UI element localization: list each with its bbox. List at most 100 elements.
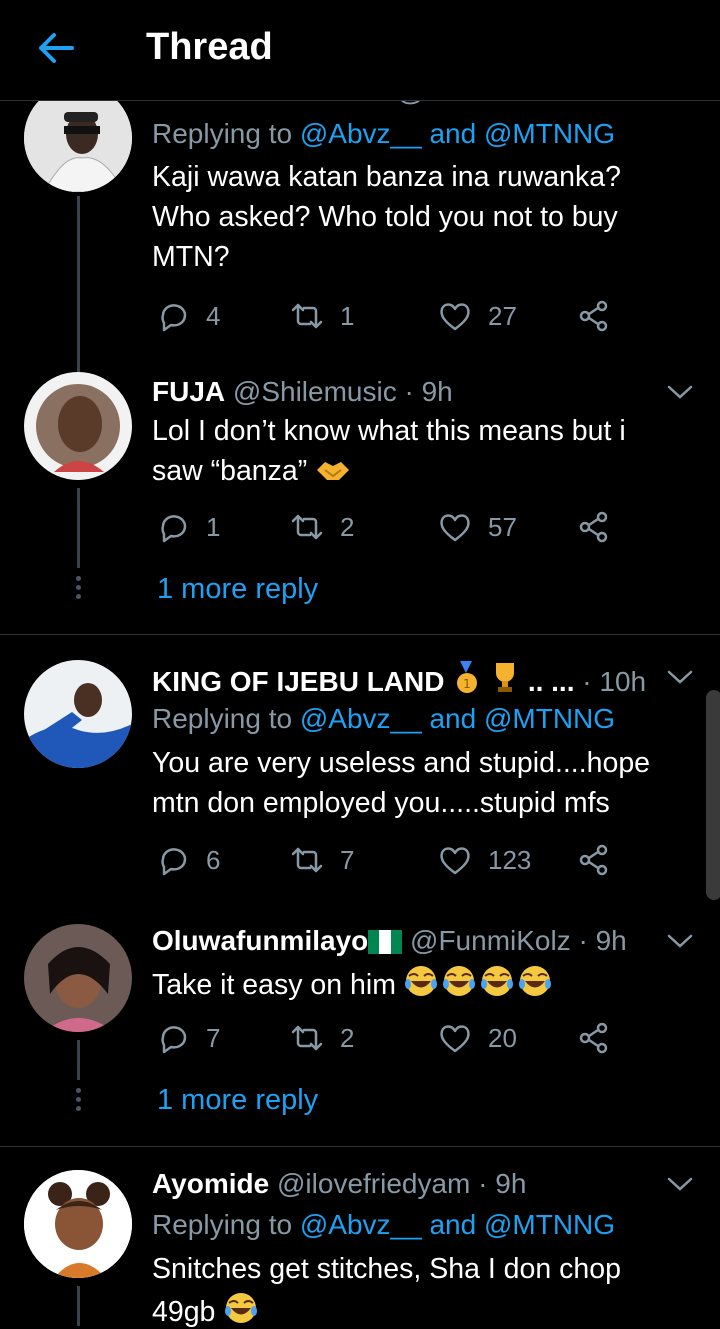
- like-count: 123: [488, 844, 532, 875]
- tweet-text: saw “banza”: [152, 455, 351, 488]
- tweet-author-row: FUJA @Shilemusic · 9h: [152, 376, 453, 407]
- like-button[interactable]: 27: [438, 296, 517, 336]
- tweet-text: Snitches get stitches, Sha I don chop: [152, 1253, 621, 1285]
- retweet-button[interactable]: 2: [290, 1018, 354, 1058]
- heart-icon: [440, 1025, 470, 1053]
- author-name[interactable]: FUJA: [152, 376, 225, 407]
- tweet-text: mtn don employed you.....stupid mfs: [152, 787, 610, 819]
- thread-line: [77, 488, 80, 568]
- tweet-text: Lol I don’t know what this means but i: [152, 415, 626, 447]
- replying-to: Replying to @Abvz__ and @MTNNG: [152, 118, 616, 149]
- tweet-text: Who asked? Who told you not to buy: [152, 201, 618, 233]
- share-button[interactable]: [577, 507, 611, 547]
- svg-text:1: 1: [463, 677, 471, 691]
- retweet-count: 1: [340, 300, 355, 331]
- reply-icon: [161, 1026, 187, 1054]
- chevron-down-icon[interactable]: [666, 382, 694, 402]
- scrollbar[interactable]: [706, 690, 720, 900]
- mention-link[interactable]: @MTNNG: [484, 703, 615, 734]
- share-icon: [579, 300, 608, 332]
- reply-icon: [161, 515, 187, 543]
- tweet-text: 49gb: [152, 1291, 259, 1329]
- author-name[interactable]: Ayomide: [152, 1168, 269, 1199]
- retweet-button[interactable]: 2: [290, 507, 354, 547]
- tweet-text: MTN?: [152, 241, 230, 273]
- share-button[interactable]: [577, 840, 611, 880]
- heart-icon: [440, 847, 470, 875]
- author-handle[interactable]: @Shilemusic: [233, 376, 397, 407]
- heart-icon: [440, 514, 470, 542]
- like-count: 57: [488, 511, 517, 542]
- tweet-author-row: Oluwafunmilayo @FunmiKolz · 9h: [152, 925, 627, 956]
- author-name[interactable]: KING OF IJEBU LAND: [152, 666, 444, 697]
- retweet-count: 7: [340, 844, 355, 875]
- laughing-tears-emoji-icon: [225, 1293, 258, 1323]
- medal-emoji-icon: 1: [457, 661, 478, 693]
- timestamp: 9h: [421, 376, 453, 407]
- divider: [0, 1146, 720, 1147]
- trophy-emoji-icon: [496, 663, 515, 692]
- retweet-button[interactable]: 7: [290, 840, 354, 880]
- back-arrow-icon[interactable]: [36, 28, 76, 68]
- retweet-icon: [291, 847, 323, 873]
- timestamp: 10h: [599, 666, 647, 697]
- retweet-count: 2: [340, 1022, 355, 1053]
- thread-line: [77, 1040, 80, 1080]
- reply-button[interactable]: 7: [156, 1018, 220, 1058]
- share-icon: [579, 844, 608, 876]
- chevron-down-icon[interactable]: [666, 1174, 694, 1194]
- page-title: Thread: [146, 26, 273, 68]
- like-button[interactable]: 57: [438, 507, 517, 547]
- avatar[interactable]: [24, 924, 132, 1032]
- tweet-text: Kaji wawa katan banza ina ruwanka?: [152, 161, 621, 193]
- handshake-emoji-icon: [317, 462, 350, 480]
- mention-link[interactable]: @MTNNG: [484, 1209, 615, 1240]
- timestamp: 9h: [595, 925, 627, 956]
- like-button[interactable]: 20: [438, 1018, 517, 1058]
- like-count: 20: [488, 1022, 517, 1053]
- thread-dots: [75, 576, 83, 603]
- mention-link[interactable]: @Abvz__: [300, 118, 422, 149]
- mention-link[interactable]: @Abvz__: [300, 703, 422, 734]
- replying-to: Replying to @Abvz__ and @MTNNG: [152, 703, 616, 734]
- chevron-down-icon[interactable]: [666, 667, 694, 687]
- replying-to: Replying to @Abvz__ and @MTNNG: [152, 1209, 616, 1240]
- share-icon: [579, 1022, 608, 1054]
- avatar[interactable]: [24, 372, 132, 480]
- author-name[interactable]: Oluwafunmilayo: [152, 925, 368, 956]
- mention-link[interactable]: @Abvz__: [300, 1209, 422, 1240]
- more-replies-link[interactable]: 1 more reply: [157, 573, 318, 606]
- retweet-icon: [291, 514, 323, 540]
- like-button[interactable]: 123: [438, 840, 531, 880]
- tweet-author-row: Ayomide @ilovefriedyam · 9h: [152, 1168, 527, 1199]
- reply-button[interactable]: 4: [156, 296, 220, 336]
- chevron-down-icon[interactable]: [666, 931, 694, 951]
- avatar[interactable]: [24, 660, 132, 768]
- more-replies-link[interactable]: 1 more reply: [157, 1084, 318, 1117]
- thread-dots: [75, 1088, 83, 1115]
- share-button[interactable]: [577, 1018, 611, 1058]
- share-icon: [579, 511, 608, 543]
- mention-link[interactable]: @MTNNG: [484, 118, 615, 149]
- divider: [0, 634, 720, 635]
- reply-button[interactable]: 6: [156, 840, 220, 880]
- reply-count: 1: [206, 511, 221, 542]
- reply-icon: [161, 304, 187, 332]
- retweet-icon: [291, 303, 323, 329]
- author-handle[interactable]: @FunmiKolz: [410, 925, 571, 956]
- heart-icon: [440, 303, 470, 331]
- laughing-tears-emoji-icon: [404, 966, 551, 996]
- retweet-button[interactable]: 1: [290, 296, 354, 336]
- like-count: 27: [488, 300, 517, 331]
- reply-count: 4: [206, 300, 221, 331]
- reply-button[interactable]: 1: [156, 507, 220, 547]
- top-app-bar: Thread: [0, 0, 720, 101]
- share-button[interactable]: [577, 296, 611, 336]
- tweet-text: You are very useless and stupid....hope: [152, 747, 651, 779]
- tweet-text: Take it easy on him: [152, 964, 558, 1002]
- thread-line: [77, 196, 80, 372]
- nigeria-flag-icon: [368, 930, 403, 954]
- avatar[interactable]: [24, 1170, 132, 1278]
- reply-icon: [161, 848, 187, 876]
- author-handle[interactable]: @ilovefriedyam: [277, 1168, 470, 1199]
